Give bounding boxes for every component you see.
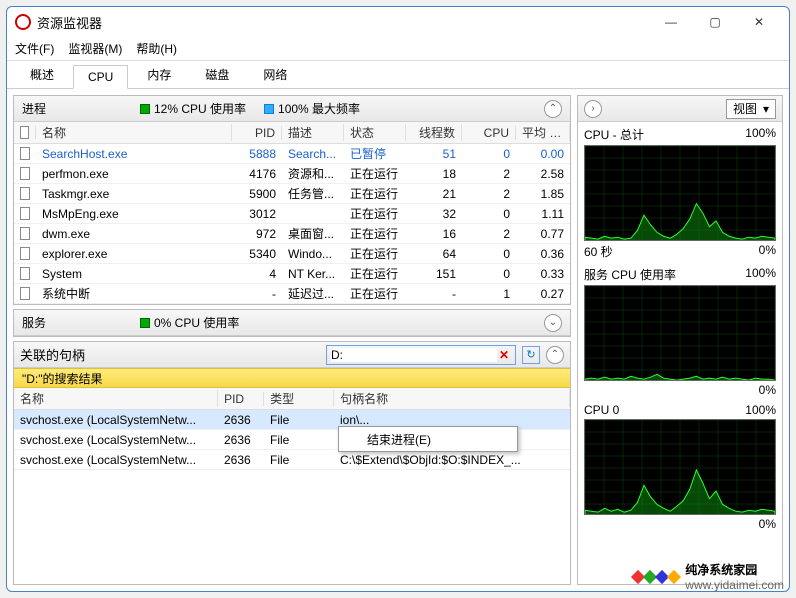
- handles-search[interactable]: ✕: [326, 345, 516, 365]
- chevron-down-icon: ▾: [763, 102, 769, 116]
- collapse-icon[interactable]: ⌃: [546, 346, 564, 364]
- checkbox[interactable]: [20, 187, 30, 200]
- handles-columns[interactable]: 名称 PID 类型 句柄名称: [14, 388, 570, 410]
- tab-overview[interactable]: 概述: [15, 61, 69, 88]
- processes-title: 进程: [22, 100, 122, 117]
- menu-help[interactable]: 帮助(H): [136, 40, 177, 57]
- tab-cpu[interactable]: CPU: [73, 65, 128, 89]
- watermark-icon: [633, 572, 679, 582]
- table-row[interactable]: Taskmgr.exe5900 任务管...正在运行 2121.85: [14, 184, 570, 204]
- checkbox[interactable]: [20, 227, 30, 240]
- checkbox[interactable]: [20, 287, 30, 300]
- maximize-button[interactable]: ▢: [693, 7, 737, 37]
- legend-svc-usage: 0% CPU 使用率: [140, 314, 239, 331]
- chart: [584, 285, 776, 381]
- refresh-icon[interactable]: ↻: [522, 346, 540, 364]
- view-dropdown[interactable]: 视图 ▾: [726, 99, 776, 119]
- col-desc[interactable]: 描述: [282, 124, 344, 141]
- col-name[interactable]: 名称: [14, 390, 218, 407]
- tab-disk[interactable]: 磁盘: [190, 61, 244, 88]
- services-header[interactable]: 服务 0% CPU 使用率 ⌄: [14, 310, 570, 336]
- context-menu: 结束进程(E): [338, 426, 518, 452]
- close-button[interactable]: ✕: [737, 7, 781, 37]
- table-row[interactable]: SearchHost.exe5888 Search...已暂停 5100.00: [14, 144, 570, 164]
- table-row[interactable]: perfmon.exe4176 资源和...正在运行 1822.58: [14, 164, 570, 184]
- checkbox[interactable]: [20, 167, 30, 180]
- col-cpu[interactable]: CPU: [462, 126, 516, 140]
- checkbox[interactable]: [20, 207, 30, 220]
- col-avg[interactable]: 平均 C...: [516, 124, 570, 141]
- window: 资源监视器 — ▢ ✕ 文件(F) 监视器(M) 帮助(H) 概述 CPU 内存…: [6, 6, 790, 592]
- tabbar: 概述 CPU 内存 磁盘 网络: [7, 61, 789, 89]
- handles-header: 关联的句柄 ✕ ↻ ⌃: [14, 342, 570, 368]
- search-input[interactable]: [331, 348, 497, 362]
- col-pid[interactable]: PID: [232, 126, 282, 140]
- handles-panel: 关联的句柄 ✕ ↻ ⌃ "D:"的搜索结果 名称 PID 类型: [13, 341, 571, 585]
- menubar: 文件(F) 监视器(M) 帮助(H): [7, 37, 789, 61]
- chart: [584, 419, 776, 515]
- clear-icon[interactable]: ✕: [497, 348, 511, 362]
- legend-cpu-usage: 12% CPU 使用率: [140, 100, 246, 117]
- services-panel: 服务 0% CPU 使用率 ⌄: [13, 309, 571, 337]
- handles-title: 关联的句柄: [20, 345, 320, 364]
- col-pid[interactable]: PID: [218, 392, 264, 406]
- menu-file[interactable]: 文件(F): [15, 40, 54, 57]
- col-type[interactable]: 类型: [264, 390, 334, 407]
- col-threads[interactable]: 线程数: [406, 124, 462, 141]
- menu-end-process[interactable]: 结束进程(E): [339, 427, 517, 451]
- titlebar: 资源监视器 — ▢ ✕: [7, 7, 789, 37]
- legend-max-freq: 100% 最大频率: [264, 100, 360, 117]
- col-status[interactable]: 状态: [344, 124, 406, 141]
- checkbox[interactable]: [20, 267, 30, 280]
- table-row[interactable]: System4 NT Ker...正在运行 15100.33: [14, 264, 570, 284]
- window-title: 资源监视器: [37, 13, 649, 32]
- processes-columns[interactable]: 名称 PID 描述 状态 线程数 CPU 平均 C...: [14, 122, 570, 144]
- table-row[interactable]: dwm.exe972 桌面窗...正在运行 1620.77: [14, 224, 570, 244]
- chart: [584, 145, 776, 241]
- tab-network[interactable]: 网络: [248, 61, 302, 88]
- checkbox[interactable]: [20, 247, 30, 260]
- table-row[interactable]: 系统中断- 延迟过...正在运行 -10.27: [14, 284, 570, 304]
- table-row[interactable]: MsMpEng.exe3012 正在运行 3201.11: [14, 204, 570, 224]
- processes-grid: 名称 PID 描述 状态 线程数 CPU 平均 C... SearchHost.…: [14, 122, 570, 304]
- left-pane: 进程 12% CPU 使用率 100% 最大频率 ⌃ 名称 PID 描述 状态 …: [13, 95, 571, 585]
- charts-header: › 视图 ▾: [578, 96, 782, 122]
- col-handle-name[interactable]: 句柄名称: [334, 390, 570, 407]
- content: 进程 12% CPU 使用率 100% 最大频率 ⌃ 名称 PID 描述 状态 …: [7, 89, 789, 591]
- checkbox-all[interactable]: [20, 126, 29, 139]
- checkbox[interactable]: [20, 147, 30, 160]
- processes-header[interactable]: 进程 12% CPU 使用率 100% 最大频率 ⌃: [14, 96, 570, 122]
- chart-block: CPU 0100% 0%: [578, 399, 782, 533]
- minimize-button[interactable]: —: [649, 7, 693, 37]
- col-name[interactable]: 名称: [36, 124, 232, 141]
- search-result-banner: "D:"的搜索结果: [14, 368, 570, 388]
- services-title: 服务: [22, 314, 122, 331]
- expand-icon[interactable]: ›: [584, 100, 602, 118]
- menu-monitor[interactable]: 监视器(M): [68, 40, 122, 57]
- table-row[interactable]: svchost.exe (LocalSystemNetw...2636 File…: [14, 450, 570, 470]
- charts-pane: › 视图 ▾ CPU - 总计100% 60 秒0%服务 CPU 使用率100%…: [577, 95, 783, 585]
- app-icon: [15, 14, 31, 30]
- collapse-icon[interactable]: ⌃: [544, 100, 562, 118]
- watermark: 纯净系统家园 www.yidaimei.com: [633, 561, 784, 592]
- tab-memory[interactable]: 内存: [132, 61, 186, 88]
- chart-block: 服务 CPU 使用率100% 0%: [578, 262, 782, 399]
- processes-panel: 进程 12% CPU 使用率 100% 最大频率 ⌃ 名称 PID 描述 状态 …: [13, 95, 571, 305]
- chart-block: CPU - 总计100% 60 秒0%: [578, 122, 782, 262]
- table-row[interactable]: explorer.exe5340 Windo...正在运行 6400.36: [14, 244, 570, 264]
- collapse-icon[interactable]: ⌄: [544, 314, 562, 332]
